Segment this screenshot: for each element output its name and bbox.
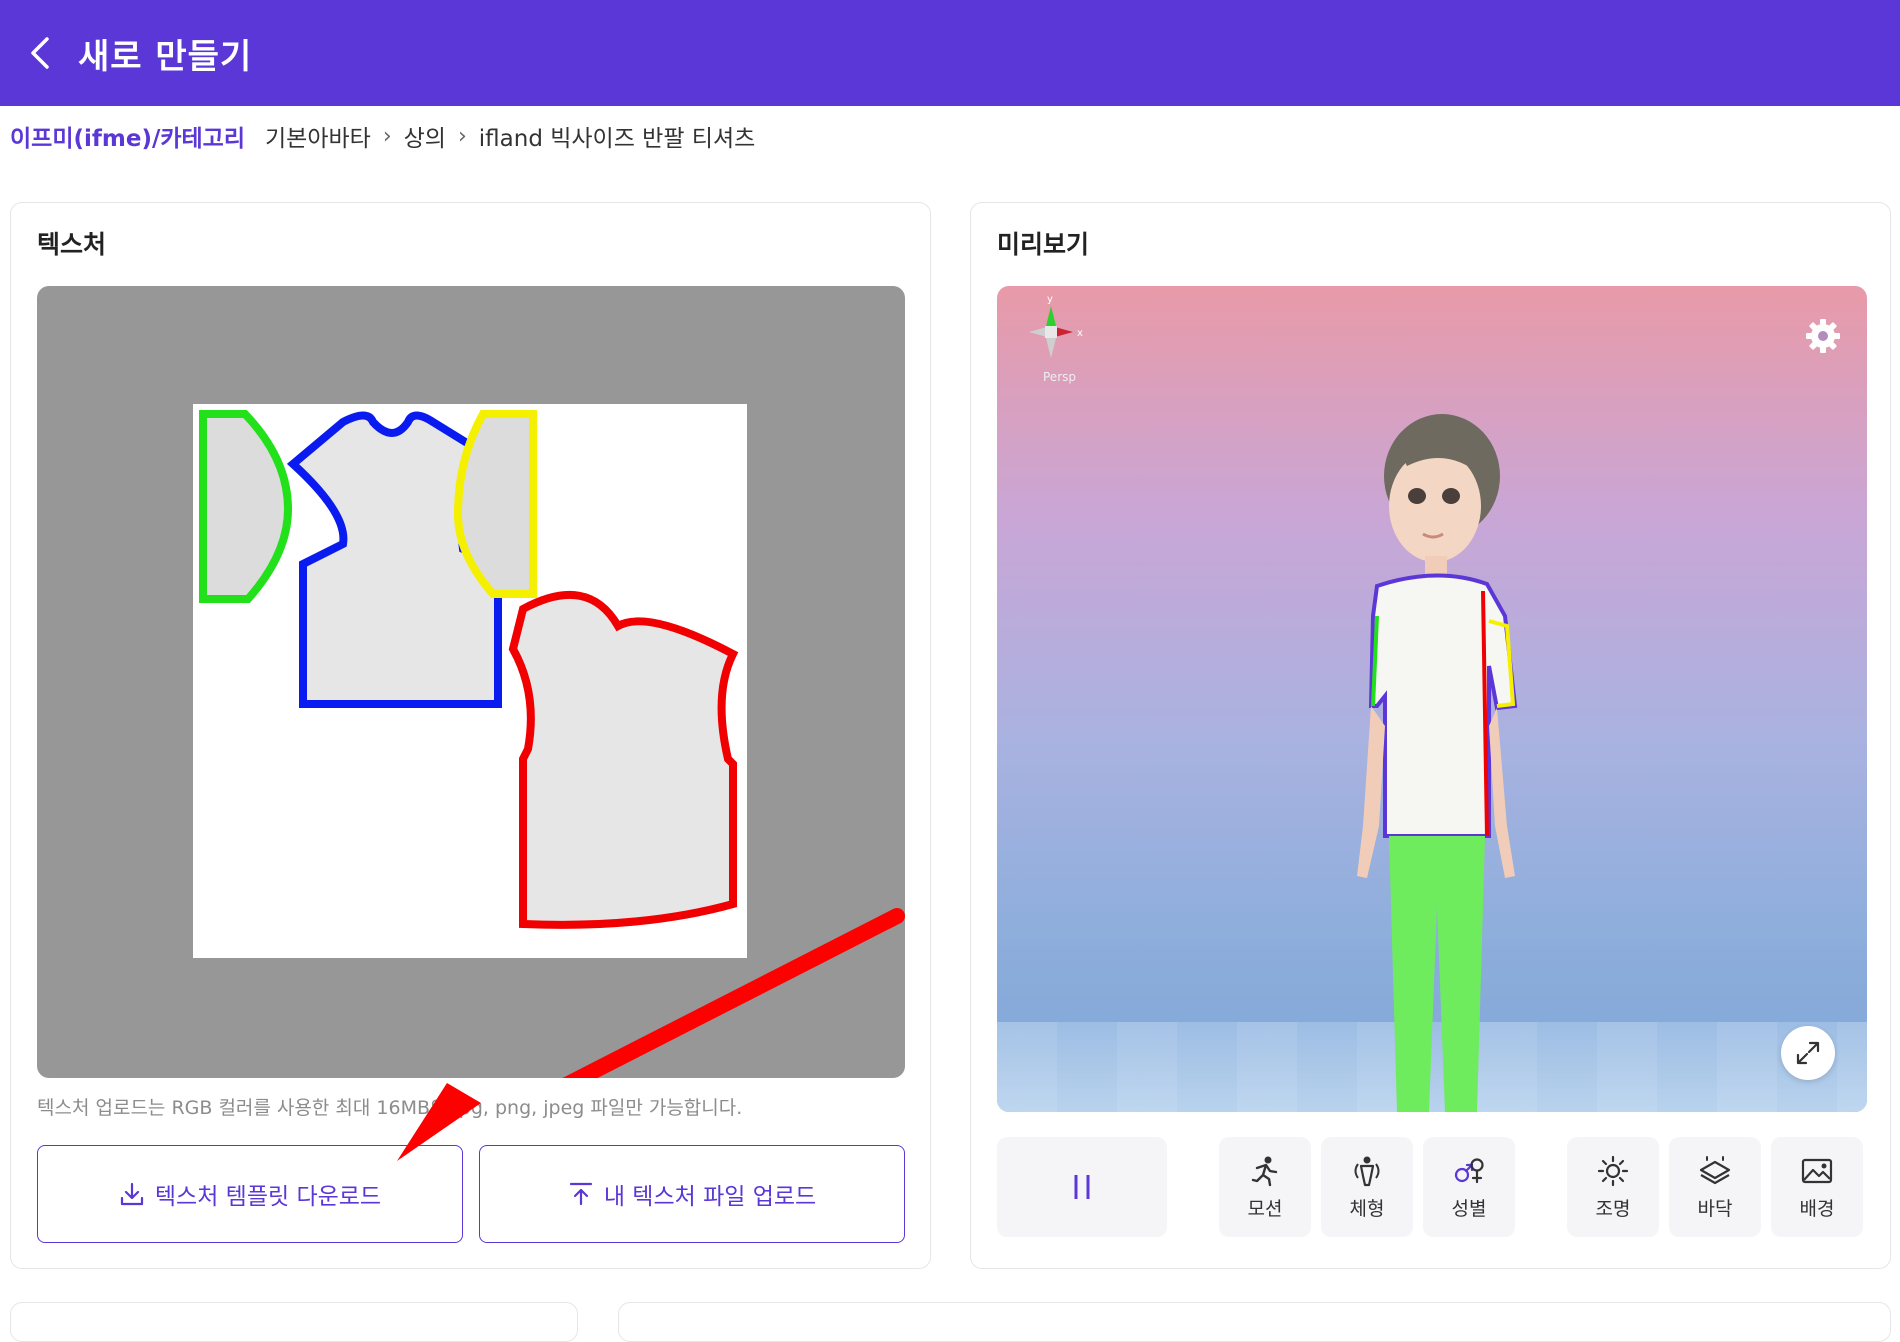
floor-button[interactable]: 바닥 bbox=[1669, 1137, 1761, 1237]
expand-icon bbox=[1796, 1041, 1820, 1065]
back-button[interactable] bbox=[12, 25, 68, 81]
body-type-label: 체형 bbox=[1349, 1197, 1385, 1220]
background-image-icon bbox=[1801, 1158, 1833, 1183]
pause-button[interactable] bbox=[997, 1137, 1167, 1237]
gender-icon bbox=[1454, 1157, 1484, 1183]
breadcrumb-item: ifland 빅사이즈 반팔 티셔츠 bbox=[478, 126, 756, 152]
background-label: 배경 bbox=[1799, 1197, 1835, 1220]
preview-panel-title: 미리보기 bbox=[997, 230, 1090, 259]
annotation-arrow bbox=[562, 908, 905, 1078]
gear-icon bbox=[1806, 319, 1840, 353]
body-type-icon bbox=[1354, 1156, 1380, 1186]
lighting-icon bbox=[1597, 1155, 1629, 1186]
preview-panel: 미리보기 y x Persp 모션 체형 성별 조명 바닥 배경 bbox=[970, 202, 1891, 1269]
gender-label: 성별 bbox=[1451, 1197, 1487, 1220]
gizmo-label: Persp bbox=[1043, 370, 1076, 384]
avatar-model bbox=[1357, 414, 1518, 1112]
gender-button[interactable]: 성별 bbox=[1423, 1137, 1515, 1237]
top-bar: 새로 만들기 bbox=[0, 0, 1900, 106]
upload-hint: 텍스처 업로드는 RGB 컬러를 사용한 최대 16MB의 jpg, png, … bbox=[37, 1097, 743, 1119]
preview-viewport[interactable]: y x Persp bbox=[997, 286, 1867, 1112]
fullscreen-button[interactable] bbox=[1781, 1026, 1835, 1080]
page-title: 새로 만들기 bbox=[78, 36, 253, 77]
settings-button[interactable] bbox=[1803, 316, 1843, 356]
floor-label: 바닥 bbox=[1697, 1197, 1733, 1220]
motion-label: 모션 bbox=[1247, 1197, 1283, 1220]
gizmo-x-label: x bbox=[1077, 328, 1083, 339]
breadcrumb-item[interactable]: 기본아바타 bbox=[265, 119, 371, 153]
axis-gizmo-icon[interactable]: y x Persp bbox=[1011, 292, 1091, 384]
download-template-label: 텍스처 템플릿 다운로드 bbox=[154, 1184, 382, 1210]
chevron-left-icon bbox=[31, 37, 49, 69]
gizmo-y-label: y bbox=[1047, 294, 1053, 305]
upload-texture-button[interactable]: 내 텍스처 파일 업로드 bbox=[479, 1145, 905, 1243]
motion-icon bbox=[1251, 1156, 1278, 1186]
background-button[interactable]: 배경 bbox=[1771, 1137, 1863, 1237]
annotation-arrowhead bbox=[397, 1083, 481, 1161]
breadcrumb-root[interactable]: 이프미(ifme)/카테고리 bbox=[10, 119, 245, 153]
body-type-button[interactable]: 체형 bbox=[1321, 1137, 1413, 1237]
chevron-right-icon: › bbox=[382, 123, 392, 149]
texture-panel-title: 텍스처 bbox=[37, 230, 107, 259]
pause-icon bbox=[1074, 1175, 1090, 1199]
motion-button[interactable]: 모션 bbox=[1219, 1137, 1311, 1237]
lighting-button[interactable]: 조명 bbox=[1567, 1137, 1659, 1237]
texture-panel: 텍스처 텍스처 업로드는 RGB 컬러를 사용한 최대 16MB의 jpg, p… bbox=[10, 202, 931, 1269]
floor-icon bbox=[1699, 1155, 1731, 1184]
breadcrumb-item[interactable]: 상의 bbox=[404, 119, 446, 153]
download-icon bbox=[120, 1182, 143, 1206]
upload-texture-label: 내 텍스처 파일 업로드 bbox=[603, 1184, 817, 1210]
chevron-right-icon: › bbox=[457, 123, 467, 149]
bottom-card-right bbox=[618, 1302, 1891, 1342]
lighting-label: 조명 bbox=[1595, 1197, 1631, 1220]
breadcrumb: 이프미(ifme)/카테고리 기본아바타 › 상의 › ifland 빅사이즈 … bbox=[10, 118, 759, 154]
texture-canvas bbox=[37, 286, 905, 1078]
bottom-card-left bbox=[10, 1302, 578, 1342]
upload-icon bbox=[569, 1182, 592, 1206]
